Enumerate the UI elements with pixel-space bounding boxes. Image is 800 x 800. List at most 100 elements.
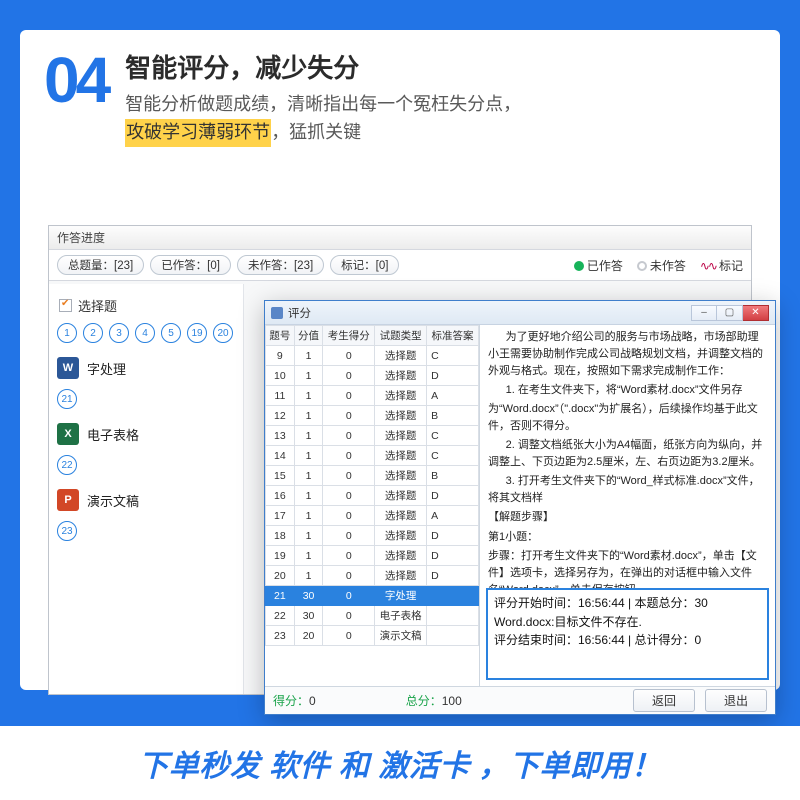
cell-pts: 1 — [294, 546, 323, 566]
cell-got: 0 — [323, 606, 375, 626]
explain-steps-title: 【解题步骤】 — [488, 509, 769, 526]
qnum[interactable]: 4 — [135, 323, 155, 343]
cell-pts: 1 — [294, 446, 323, 466]
cell-got: 0 — [323, 566, 375, 586]
cell-no: 12 — [266, 406, 295, 426]
legend-answered: 已作答 — [574, 257, 623, 274]
cell-pts: 20 — [294, 626, 323, 646]
got-value: 0 — [309, 694, 316, 708]
cell-no: 22 — [266, 606, 295, 626]
explain-li1b: 为“Word.docx”（".docx"为扩展名），后续操作均基于此文件，否则不… — [488, 401, 769, 435]
col-type: 试题类型 — [375, 326, 427, 346]
section-excel-label: 电子表格 — [87, 425, 139, 444]
explain-pane[interactable]: 为了更好地介绍公司的服务与市场战略，市场部助理小王需要协助制作完成公司战略规划文… — [480, 325, 775, 686]
table-row[interactable]: 2010选择题D — [266, 566, 479, 586]
cell-got: 0 — [323, 446, 375, 466]
qnum[interactable]: 5 — [161, 323, 181, 343]
progress-window-title: 作答进度 — [49, 226, 751, 250]
minimize-button[interactable]: – — [691, 305, 717, 321]
cell-no: 11 — [266, 386, 295, 406]
table-row[interactable]: 1510选择题B — [266, 466, 479, 486]
excel-icon: X — [57, 423, 79, 445]
word-icon: W — [57, 357, 79, 379]
cell-pts: 1 — [294, 366, 323, 386]
legend-unanswered: 未作答 — [637, 257, 686, 274]
cell-ans — [427, 626, 479, 646]
section-choice[interactable]: 选择题 — [55, 290, 237, 319]
cell-type: 选择题 — [375, 406, 427, 426]
pill-unanswered[interactable]: 未作答：[23] — [237, 255, 324, 275]
dot-green-icon — [574, 261, 584, 271]
table-row[interactable]: 1710选择题A — [266, 506, 479, 526]
table-row[interactable]: 1310选择题C — [266, 426, 479, 446]
hero-number: 04 — [44, 48, 107, 112]
cell-pts: 1 — [294, 466, 323, 486]
qnum[interactable]: 2 — [83, 323, 103, 343]
table-row[interactable]: 1210选择题B — [266, 406, 479, 426]
cell-type: 选择题 — [375, 426, 427, 446]
table-header-row: 题号 分值 考生得分 试题类型 标准答案 — [266, 326, 479, 346]
cell-no: 10 — [266, 366, 295, 386]
cell-type: 选择题 — [375, 446, 427, 466]
back-button[interactable]: 返回 — [633, 689, 695, 712]
cell-type: 选择题 — [375, 366, 427, 386]
cell-pts: 30 — [294, 606, 323, 626]
cell-ans — [427, 586, 479, 606]
explain-li1: 1. 在考生文件夹下，将“Word素材.docx”文件另存 — [488, 382, 769, 399]
cell-got: 0 — [323, 366, 375, 386]
table-row[interactable]: 21300字处理 — [266, 586, 479, 606]
legend: 已作答 未作答 ∿∿标记 — [574, 257, 743, 274]
cell-type: 演示文稿 — [375, 626, 427, 646]
cell-ans: D — [427, 566, 479, 586]
qnum[interactable]: 22 — [57, 455, 77, 475]
cell-no: 9 — [266, 346, 295, 366]
qnum[interactable]: 20 — [213, 323, 233, 343]
table-row[interactable]: 1110选择题A — [266, 386, 479, 406]
section-ppt[interactable]: P 演示文稿 — [55, 483, 237, 517]
table-row[interactable]: 23200演示文稿 — [266, 626, 479, 646]
section-excel[interactable]: X 电子表格 — [55, 417, 237, 451]
cell-no: 17 — [266, 506, 295, 526]
cell-pts: 1 — [294, 386, 323, 406]
col-pts: 分值 — [294, 326, 323, 346]
cell-no: 23 — [266, 626, 295, 646]
cell-no: 18 — [266, 526, 295, 546]
table-row[interactable]: 1410选择题C — [266, 446, 479, 466]
cell-no: 16 — [266, 486, 295, 506]
qnum[interactable]: 3 — [109, 323, 129, 343]
log-line: Word.docx:目标文件不存在. — [494, 613, 761, 632]
cell-type: 选择题 — [375, 386, 427, 406]
cell-ans: D — [427, 366, 479, 386]
score-log: 评分开始时间：16:56:44 | 本题总分：30 Word.docx:目标文件… — [486, 588, 769, 680]
table-row[interactable]: 1610选择题D — [266, 486, 479, 506]
qnum[interactable]: 1 — [57, 323, 77, 343]
pill-marked[interactable]: 标记：[0] — [330, 255, 399, 275]
table-row[interactable]: 22300电子表格 — [266, 606, 479, 626]
cell-got: 0 — [323, 506, 375, 526]
table-row[interactable]: 1010选择题D — [266, 366, 479, 386]
cell-pts: 1 — [294, 566, 323, 586]
progress-window: 作答进度 总题量：[23] 已作答：[0] 未作答：[23] 标记：[0] 已作… — [48, 225, 752, 695]
hero-line1: 智能分析做题成绩，清晰指出每一个冤枉失分点， — [125, 94, 521, 114]
cell-got: 0 — [323, 526, 375, 546]
score-window-titlebar[interactable]: 评分 – ▢ ✕ — [265, 301, 775, 325]
cell-got: 0 — [323, 466, 375, 486]
explain-step1-title: 第1小题： — [488, 529, 769, 546]
pill-answered[interactable]: 已作答：[0] — [150, 255, 231, 275]
qnum[interactable]: 19 — [187, 323, 207, 343]
explain-li3: 3. 打开考生文件夹下的“Word_样式标准.docx”文件，将其文档样 — [488, 473, 769, 507]
score-table-wrap[interactable]: 题号 分值 考生得分 试题类型 标准答案 910选择题C1010选择题D1110… — [265, 325, 480, 686]
table-row[interactable]: 910选择题C — [266, 346, 479, 366]
exit-button[interactable]: 退出 — [705, 689, 767, 712]
qnum[interactable]: 23 — [57, 521, 77, 541]
section-word-label: 字处理 — [87, 359, 126, 378]
table-row[interactable]: 1810选择题D — [266, 526, 479, 546]
qnum[interactable]: 21 — [57, 389, 77, 409]
pill-total[interactable]: 总题量：[23] — [57, 255, 144, 275]
cell-pts: 30 — [294, 586, 323, 606]
section-word[interactable]: W 字处理 — [55, 351, 237, 385]
maximize-button[interactable]: ▢ — [717, 305, 743, 321]
table-row[interactable]: 1910选择题D — [266, 546, 479, 566]
close-button[interactable]: ✕ — [743, 305, 769, 321]
cell-type: 选择题 — [375, 566, 427, 586]
